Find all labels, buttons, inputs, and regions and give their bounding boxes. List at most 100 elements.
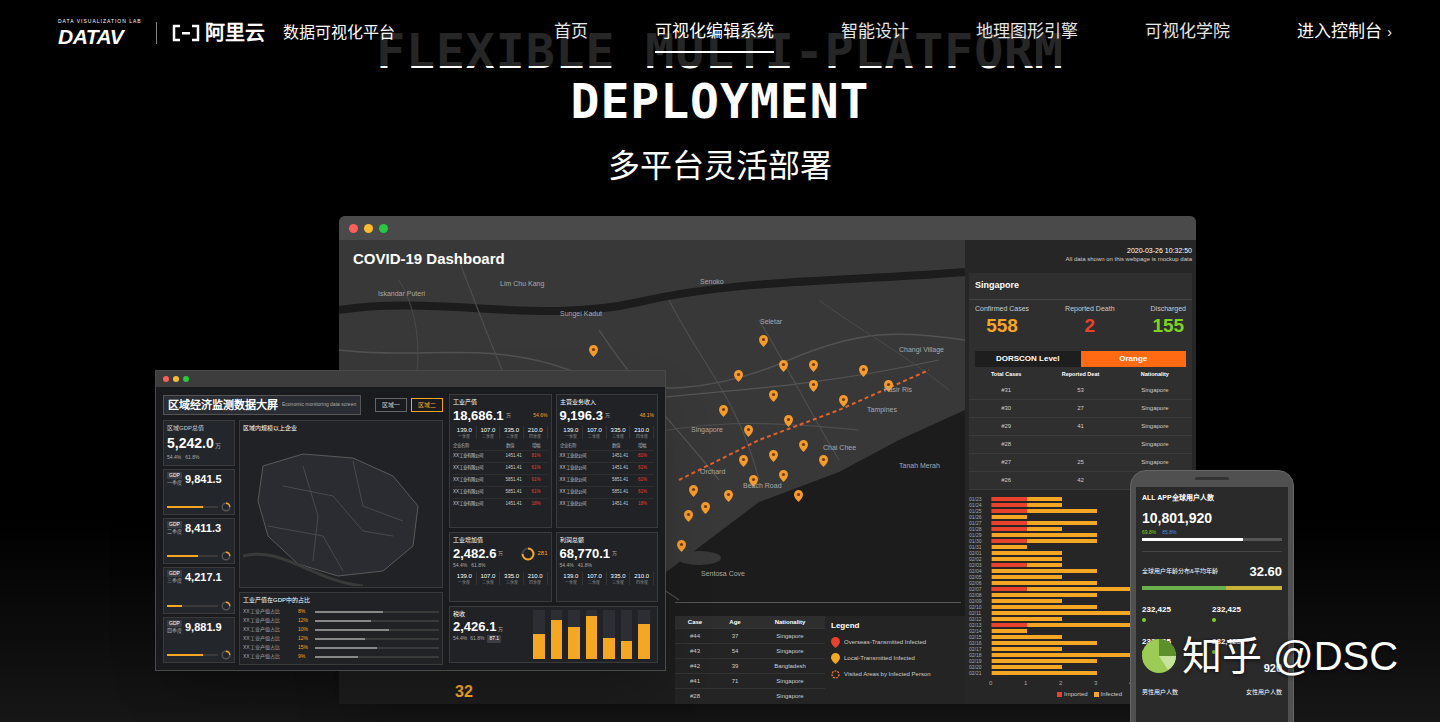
card-badge: 281 <box>537 549 547 558</box>
quarter-stat-label: 三季度 <box>612 580 624 585</box>
case-cell: #41 <box>675 677 715 686</box>
unit: 万 <box>506 412 511 420</box>
map-title: 区域内规模以上企业 <box>240 421 442 436</box>
card-value: 18,686.1 <box>453 407 504 424</box>
map-pin-icon <box>784 415 793 427</box>
rates: 69.8%85.8% <box>1142 529 1282 537</box>
nav-item[interactable]: 首页 <box>554 13 588 53</box>
quarter-stat-value: 139.0 <box>457 572 472 580</box>
bar <box>991 509 1097 513</box>
company-cell: 1451.41 <box>612 501 638 508</box>
share-pct: 8% <box>298 608 312 616</box>
company-cell: XX工业有限公司 <box>453 501 506 508</box>
cases-table-row[interactable]: #2941Singapore <box>969 418 1192 436</box>
minimize-button[interactable] <box>173 376 179 382</box>
region-tab[interactable]: 区域二 <box>411 398 443 412</box>
quarter-stat: 335.0三季度 <box>607 426 631 439</box>
region-tab[interactable]: 区域一 <box>375 398 407 412</box>
cases-table-row[interactable]: #3027Singapore <box>969 400 1192 418</box>
economy-map-column: 区域内规模以上企业工业产值在GDP中的占比XX工业产值占比8%XX工业产值占比1… <box>239 420 443 663</box>
quarter-tag-text: GDP <box>167 570 182 577</box>
gdp-quarter-card: GDP二季度8,411.3 <box>163 518 235 564</box>
cases-table-row[interactable]: #2725Singapore <box>969 454 1192 472</box>
company-row[interactable]: XX工业总公司5851.4161% <box>560 486 655 498</box>
company-row[interactable]: XX工业总公司5851.4161% <box>560 474 655 486</box>
minimize-button[interactable] <box>364 224 373 233</box>
bar-segment <box>1027 497 1062 501</box>
company-row[interactable]: XX工业有限公司5851.4161% <box>453 474 548 486</box>
axis-tick: 1 <box>1024 679 1059 688</box>
quarter-stat-label: 一季度 <box>458 434 470 439</box>
company-row[interactable]: XX工业总公司1451.4161% <box>560 462 655 474</box>
company-row[interactable]: XX工业总公司1451.4118% <box>560 498 655 510</box>
company-row[interactable]: XX工业有限公司1451.4161% <box>453 462 548 474</box>
stat-label: Discharged <box>1151 304 1186 315</box>
age-row: 全球用户年龄分布&平均年龄32.60 <box>1142 562 1282 582</box>
date-label: 02/08 <box>969 592 991 598</box>
quarter-stat: 139.0一季度 <box>453 572 477 585</box>
rates: 54.4%61.8% <box>453 562 548 570</box>
aliyun-logo-icon <box>171 24 201 42</box>
quarter-stat-label: 三季度 <box>506 580 518 585</box>
datav-logo[interactable]: DATA VISUALIZATION LABDATAV <box>58 19 142 47</box>
quarter-stat-value: 139.0 <box>457 426 472 434</box>
legend-item: Overseas-Transmitted Infected <box>831 637 959 648</box>
nav-item[interactable]: 地理图形引擎 <box>976 13 1078 53</box>
stat-value: 558 <box>986 314 1018 338</box>
table-cell: #26 <box>969 476 1043 485</box>
share-track <box>315 638 439 640</box>
legend-label: Visited Areas by Infected Person <box>844 670 931 679</box>
quarter-stat: 107.0二季度 <box>583 572 607 585</box>
quarter-track <box>167 605 218 607</box>
date-label: 01/27 <box>969 520 991 526</box>
quarter-stat: 139.0一季度 <box>453 426 477 439</box>
close-button[interactable] <box>163 376 169 382</box>
bar <box>586 616 598 659</box>
legend-label: Local-Transmitted Infected <box>844 654 915 663</box>
case-row[interactable]: #28Singapore <box>675 688 825 703</box>
progress-track <box>1142 538 1282 541</box>
date-label: 02/14 <box>969 628 991 634</box>
nav-item[interactable]: 可视化学院 <box>1145 13 1230 53</box>
rate: 61.8% <box>470 635 484 643</box>
date-label: 01/28 <box>969 526 991 532</box>
close-button[interactable] <box>349 224 358 233</box>
quarter-stat-label: 一季度 <box>565 434 577 439</box>
bar-segment <box>992 557 1062 561</box>
case-row[interactable]: #4354Singapore <box>675 643 825 658</box>
dorscon-row: DORSCON LevelOrange <box>975 351 1186 367</box>
case-row[interactable]: #4437Singapore <box>675 628 825 643</box>
card-value: 2,426.1 <box>453 619 496 635</box>
case-row[interactable]: #4239Bangladesh <box>675 658 825 673</box>
maximize-button[interactable] <box>183 376 189 382</box>
quarter-stat: 335.0三季度 <box>500 426 524 439</box>
quarter-track <box>167 654 218 656</box>
metric-card: 工业产值18,686.1万54.6%139.0一季度107.0二季度335.0三… <box>449 394 552 528</box>
console-link[interactable]: 进入控制台› <box>1297 13 1392 53</box>
bar <box>533 634 545 659</box>
maximize-button[interactable] <box>379 224 388 233</box>
cases-table-row[interactable]: #3153Singapore <box>969 382 1192 400</box>
cases-table-row[interactable]: #28Singapore <box>969 436 1192 454</box>
case-row[interactable]: #4171Singapore <box>675 673 825 688</box>
bar-segment <box>1027 521 1097 525</box>
bar-segment <box>992 641 1097 645</box>
bar <box>991 617 1062 621</box>
company-cell: 1451.41 <box>506 465 532 472</box>
company-row[interactable]: XX工业有限公司1451.4118% <box>453 498 548 510</box>
column-header: 数值 <box>612 443 638 450</box>
nav-item[interactable]: 智能设计 <box>841 13 909 53</box>
unit: 万 <box>605 412 610 420</box>
quarter-stat-label: 二季度 <box>482 580 494 585</box>
quarter-stat-label: 四季度 <box>636 580 648 585</box>
company-row[interactable]: XX工业有限公司1451.4181% <box>453 450 548 462</box>
quarter-stat-value: 107.0 <box>587 426 602 434</box>
share-row: XX工业产值占比8% <box>243 607 439 616</box>
map-label: Sentosa Cove <box>701 570 745 578</box>
progress-fill <box>1142 538 1243 541</box>
quarter-stat-label: 二季度 <box>588 580 600 585</box>
company-row[interactable]: XX工业总公司1451.4181% <box>560 450 655 462</box>
company-row[interactable]: XX工业有限公司5851.4161% <box>453 486 548 498</box>
company-cell: 1451.41 <box>612 453 638 460</box>
nav-item[interactable]: 可视化编辑系统 <box>655 13 774 53</box>
